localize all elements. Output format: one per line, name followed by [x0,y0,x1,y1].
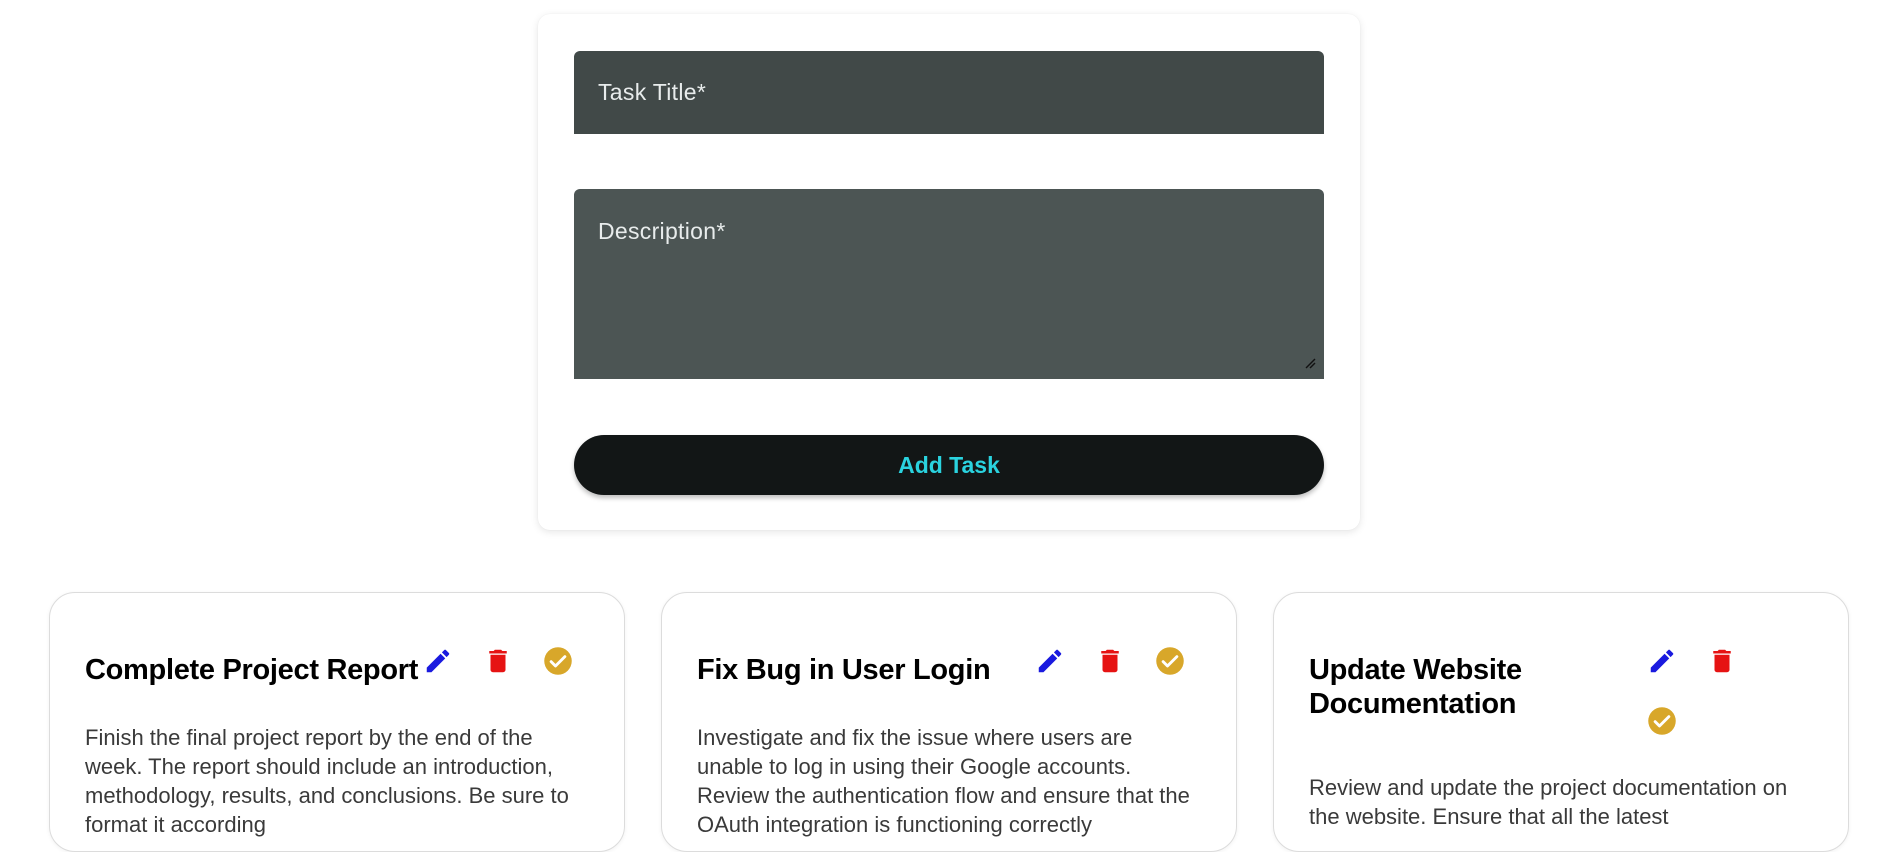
add-task-form: Task Title* Description* Add Task [538,14,1360,530]
task-card: Update Website Documentation Review and … [1273,592,1849,852]
edit-button[interactable] [1642,641,1682,681]
complete-button[interactable] [1642,701,1682,741]
task-title-label: Task Title* [598,79,707,105]
task-card: Fix Bug in User Login Investigate and fi… [661,592,1237,852]
resize-handle-icon[interactable] [1304,357,1316,369]
task-title: Complete Project Report [85,654,419,686]
edit-button[interactable] [418,641,458,681]
task-card: Complete Project Report Finish the final… [49,592,625,852]
complete-button[interactable] [1150,641,1190,681]
check-circle-icon [1156,647,1184,675]
pencil-icon [1038,649,1062,673]
add-task-button[interactable]: Add Task [574,435,1324,495]
task-title-input[interactable]: Task Title* [574,51,1324,134]
task-description: Review and update the project documentat… [1309,775,1788,829]
task-title: Update Website Documentation [1309,654,1522,720]
description-label: Description* [598,218,726,244]
trash-icon [1101,649,1119,673]
delete-button[interactable] [1702,641,1742,681]
check-circle-icon [1648,707,1676,735]
check-circle-icon [544,647,572,675]
delete-button[interactable] [1090,641,1130,681]
edit-button[interactable] [1030,641,1070,681]
pencil-icon [426,649,450,673]
pencil-icon [1650,649,1674,673]
description-textarea[interactable]: Description* [574,189,1324,379]
task-description: Finish the final project report by the e… [85,725,569,837]
task-title: Fix Bug in User Login [697,654,991,686]
task-description: Investigate and fix the issue where user… [697,725,1190,837]
trash-icon [1713,649,1731,673]
trash-icon [489,649,507,673]
delete-button[interactable] [478,641,518,681]
complete-button[interactable] [538,641,578,681]
